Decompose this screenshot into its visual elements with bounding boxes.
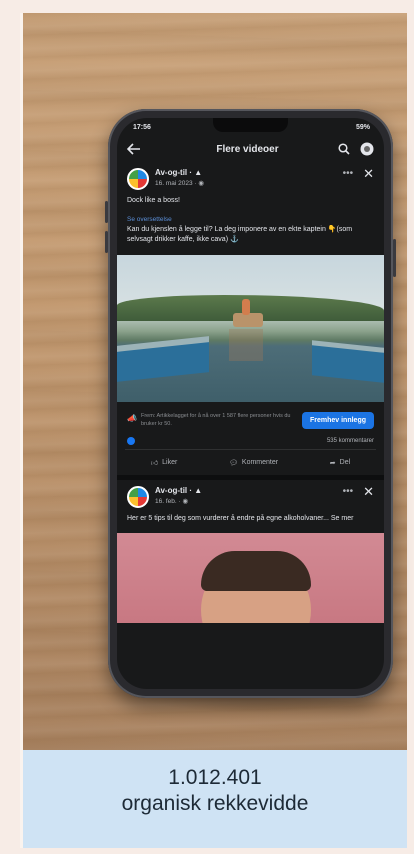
post2-text[interactable]: Her er 5 tips til deg som vurderer å end… (117, 508, 384, 524)
volume-down-button (105, 231, 108, 253)
page-name[interactable]: Av-og-til · (155, 168, 192, 177)
action-bar: 👍︎ Liker 💬︎ Kommenter ➦ Del (125, 449, 376, 475)
like-reaction-icon[interactable] (127, 437, 135, 446)
share-button[interactable]: ➦ Del (330, 458, 350, 467)
more-options-icon[interactable]: ••• (343, 168, 354, 179)
like-button[interactable]: 👍︎ Liker (151, 458, 178, 467)
close-icon[interactable]: ✕ (363, 167, 374, 180)
reach-number: 1.012.401 (168, 766, 262, 789)
messenger-icon[interactable] (360, 142, 374, 156)
reach-label: organisk rekkevidde (121, 792, 309, 815)
water-reflection (229, 329, 263, 362)
close-icon[interactable]: ✕ (363, 485, 374, 498)
search-icon[interactable] (338, 143, 350, 155)
share-icon: ➦ (329, 459, 336, 467)
boost-button[interactable]: Fremhev innlegg (301, 412, 374, 430)
promo-row: 📣 Frem: Artikkelagget for å nå over 1 587… (117, 402, 384, 433)
more-options-icon[interactable]: ••• (343, 486, 354, 497)
volume-up-button (105, 201, 108, 223)
top-bar: Flere videoer (117, 136, 384, 162)
captain-figure (242, 299, 250, 316)
caption-panel: 1.012.401 organisk rekkevidde (23, 750, 407, 848)
share-label: Del (339, 459, 351, 467)
like-label: Liker (162, 459, 178, 467)
page-name[interactable]: Av-og-til · (155, 486, 192, 495)
megaphone-icon: 📣 (127, 414, 137, 424)
globe-icon: ◉ (182, 498, 189, 506)
boat (233, 313, 263, 328)
post-stats: 535 kommentarer (117, 433, 384, 449)
image-frame: 17:56 59% Flere videoer Av-og-til · ▲ 16… (20, 13, 407, 848)
globe-icon: ◉ (198, 180, 205, 187)
translate-link[interactable]: Se oversettelse (117, 206, 384, 223)
comment-button[interactable]: 💬︎ Kommenter (229, 458, 278, 467)
post-photo[interactable] (117, 255, 384, 403)
post-header: Av-og-til · ▲ 16. mai 2023 · ◉ ••• ✕ (117, 162, 384, 190)
power-button (393, 239, 396, 277)
status-time: 17:56 (133, 123, 151, 131)
post2-header: Av-og-til · ▲ 16. feb. · ◉ ••• ✕ (117, 480, 384, 509)
post2-photo[interactable] (117, 532, 384, 623)
avatar[interactable] (127, 486, 149, 509)
avatar[interactable] (127, 168, 149, 190)
lock-icon: ▲ (194, 168, 203, 177)
person-hair (201, 550, 311, 591)
status-battery: 59% (355, 123, 370, 131)
post-date: 16. feb. · (155, 498, 183, 506)
comment-icon: 💬︎ (229, 459, 238, 467)
post-date: 16. mai 2023 · (155, 180, 199, 187)
thumbs-up-icon: 👍︎ (150, 460, 159, 468)
arrow-left-icon[interactable] (127, 143, 141, 155)
comment-label: Kommenter (241, 459, 279, 467)
dock-right (312, 345, 384, 384)
phone-device: 17:56 59% Flere videoer Av-og-til · ▲ 16… (105, 109, 396, 698)
phone-screen: 17:56 59% Flere videoer Av-og-til · ▲ 16… (117, 118, 384, 689)
post-body: Kan du kjenslen å legge til? La deg impo… (127, 226, 353, 244)
post-text: Dock like a boss! (127, 197, 180, 204)
lock-icon: ▲ (194, 486, 203, 496)
page-title: Flere videoer (216, 143, 279, 155)
promo-text: Frem: Artikkelagget for å nå over 1 587 … (140, 413, 291, 427)
notch (213, 118, 288, 132)
comment-count[interactable]: 535 kommentarer (327, 438, 374, 444)
